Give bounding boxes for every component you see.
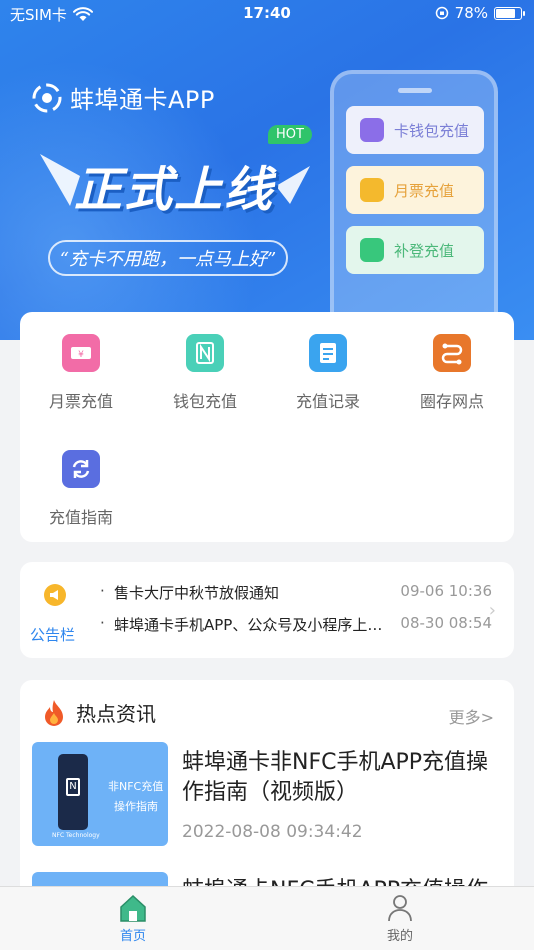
tab-label: 我的 xyxy=(386,929,413,944)
tab-bar: 首页 我的 xyxy=(0,886,534,950)
app-name: 蚌埠通卡APP xyxy=(70,86,215,114)
hot-news-section: 热点资讯 更多> N 非NFC充值 操作指南 NFC Technology 蚌埠… xyxy=(20,680,514,950)
phone-btn-monthly: 月票充值 xyxy=(346,166,484,214)
news-thumbnail: N 非NFC充值 操作指南 NFC Technology xyxy=(32,742,168,846)
menu-item-label: 钱包充值 xyxy=(172,392,237,411)
menu-item-label: 圈存网点 xyxy=(419,392,484,411)
route-icon xyxy=(433,334,471,372)
phone-illustration: 卡钱包充值 月票充值 补登充值 xyxy=(330,70,498,340)
orientation-lock-icon xyxy=(435,6,448,20)
menu-item-topup-guide[interactable]: 充值指南 xyxy=(26,450,136,528)
flame-icon xyxy=(45,699,63,726)
home-icon xyxy=(120,894,146,922)
menu-item-label: 充值记录 xyxy=(295,392,360,411)
nfc-icon: N xyxy=(66,778,80,796)
slogan-sub-text: “充卡不用跑，一点马上好” xyxy=(48,240,288,276)
logo-icon xyxy=(32,83,62,112)
slogan-main-text: 正式上线 xyxy=(74,162,275,218)
wallet-icon xyxy=(360,118,384,142)
notice-item[interactable]: · 售卡大厅中秋节放假通知 09-06 10:36 xyxy=(100,582,500,603)
menu-item-wallet-topup[interactable]: 钱包充值 xyxy=(150,334,260,412)
status-bar: 无SIM卡 17:40 78% xyxy=(0,0,534,28)
phone-btn-label: 补登充值 xyxy=(394,241,455,260)
user-icon xyxy=(388,895,412,922)
phone-speaker xyxy=(398,88,432,93)
news-date: 2022-08-08 09:34:42 xyxy=(182,822,363,842)
slogan-graphic: 正式上线 xyxy=(40,146,310,222)
menu-item-label: 充值指南 xyxy=(48,508,113,527)
bullet: · xyxy=(100,614,105,632)
notice-label: 公告栏 xyxy=(30,626,76,644)
more-link[interactable]: 更多> xyxy=(449,704,494,728)
thumbnail-text: 操作指南 xyxy=(114,800,158,813)
calendar-icon xyxy=(360,178,384,202)
menu-item-monthly-ticket[interactable]: ¥ 月票充值 xyxy=(26,334,136,412)
tab-profile[interactable]: 我的 xyxy=(360,893,440,944)
menu-item-label: 月票充值 xyxy=(48,392,113,411)
record-icon xyxy=(309,334,347,372)
svg-text:¥: ¥ xyxy=(78,350,84,360)
notice-date: 08-30 08:54 xyxy=(400,614,492,632)
check-icon xyxy=(360,238,384,262)
phone-btn-label: 月票充值 xyxy=(394,181,455,200)
phone-btn-topup: 补登充值 xyxy=(346,226,484,274)
notice-item[interactable]: · 蚌埠通卡手机APP、公众号及小程序上线公告 08-30 08:54 xyxy=(100,614,500,635)
menu-item-service-points[interactable]: 圈存网点 xyxy=(397,334,507,412)
megaphone-icon xyxy=(44,584,66,606)
refresh-icon xyxy=(62,450,100,488)
app-logo: 蚌埠通卡APP xyxy=(32,80,215,115)
news-header: 热点资讯 xyxy=(42,698,156,727)
battery-icon xyxy=(494,6,525,20)
promo-banner[interactable]: 无SIM卡 17:40 78% 蚌埠通卡APP 正式上线 HOT “充卡不用跑，… xyxy=(0,0,534,340)
nfc-icon xyxy=(186,334,224,372)
notice-title: 蚌埠通卡手机APP、公众号及小程序上线公告 xyxy=(114,616,384,634)
function-menu: ¥ 月票充值 钱包充值 充值记录 圈存网点 充值指南 xyxy=(20,312,514,542)
notice-title: 售卡大厅中秋节放假通知 xyxy=(114,584,280,602)
tab-home[interactable]: 首页 xyxy=(93,893,173,944)
chevron-right-icon[interactable]: › xyxy=(489,600,496,621)
bullet: · xyxy=(100,582,105,600)
menu-item-topup-records[interactable]: 充值记录 xyxy=(273,334,383,412)
thumbnail-text: NFC Technology xyxy=(52,832,100,839)
phone-btn-wallet: 卡钱包充值 xyxy=(346,106,484,154)
news-title: 蚌埠通卡非NFC手机APP充值操作指南（视频版） xyxy=(182,750,489,805)
phone-btn-label: 卡钱包充值 xyxy=(394,121,470,140)
tab-label: 首页 xyxy=(119,929,146,944)
notice-board[interactable]: 公告栏 · 售卡大厅中秋节放假通知 09-06 10:36 · 蚌埠通卡手机AP… xyxy=(20,562,514,658)
hot-badge: HOT xyxy=(268,125,312,144)
news-section-title: 热点资讯 xyxy=(76,702,156,726)
battery-percent: 78% xyxy=(454,4,488,22)
ticket-icon: ¥ xyxy=(62,334,100,372)
thumbnail-text: 非NFC充值 xyxy=(108,780,164,793)
notice-date: 09-06 10:36 xyxy=(400,582,492,600)
